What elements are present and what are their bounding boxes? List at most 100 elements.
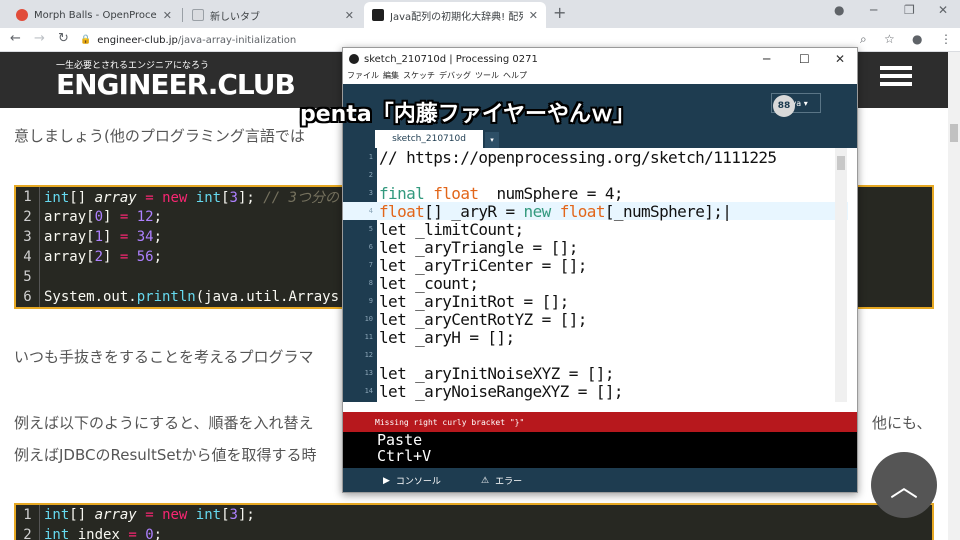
tab-new-tab[interactable]: 新しいタブ ✕ (184, 2, 362, 28)
paragraph-text: 例えば以下のようにすると、順番を入れ替え (14, 414, 314, 432)
menu-help[interactable]: ヘルプ (503, 70, 527, 84)
line-number: 11 (364, 333, 373, 341)
line-number: 2 (16, 525, 40, 540)
editor-line: 7 let _aryTriCenter = []; (343, 256, 848, 275)
console-icon: ▶ (383, 475, 390, 486)
forward-icon[interactable]: → (34, 31, 45, 46)
editor-line-current: 4 float[] _aryR = new float[_numSphere];| (343, 202, 848, 221)
tab-title: Java配列の初期化大辞典! 配列の初 (390, 11, 523, 23)
debugger-button[interactable]: 88 (773, 95, 795, 117)
maximize-icon[interactable]: ☐ (799, 52, 810, 66)
errors-tab-label: エラー (495, 477, 523, 487)
reload-icon[interactable]: ↻ (58, 31, 69, 46)
line-number: 2 (368, 171, 373, 179)
close-tab-icon[interactable]: ✕ (529, 9, 538, 22)
error-status-bar: Missing right curly bracket "}" (343, 412, 857, 432)
console-area[interactable]: Paste Ctrl+V (343, 432, 857, 468)
sketch-tab[interactable]: sketch_210710d (375, 130, 483, 148)
console-footer: ▶ コンソール ⚠ エラー (343, 468, 857, 492)
close-tab-icon[interactable]: ✕ (163, 9, 172, 22)
menu-dots-icon[interactable]: ⋮ (940, 32, 952, 46)
tab-search-icon[interactable]: ● (834, 3, 844, 17)
code-line: 2 int index = 0; (16, 525, 932, 540)
line-number: 5 (368, 225, 373, 233)
editor-line: 13 let _aryInitNoiseXYZ = []; (343, 364, 848, 383)
editor-line: 2 (343, 166, 848, 184)
browser-tab-bar: Morph Balls - OpenProcessing ✕ 新しいタブ ✕ J… (0, 0, 960, 28)
url-path: /java-array-initialization (177, 34, 297, 46)
tab-separator (182, 8, 183, 22)
code-line: 1 int[] array = new int[3]; (16, 505, 932, 525)
editor-line: 6 let _aryTriangle = []; (343, 238, 848, 257)
line-number: 9 (368, 297, 373, 305)
line-number: 4 (16, 247, 40, 267)
line-number: 8 (368, 279, 373, 287)
close-tab-icon[interactable]: ✕ (345, 9, 354, 22)
code-editor[interactable]: 1 // https://openprocessing.org/sketch/11… (343, 148, 857, 402)
editor-scrollbar[interactable] (835, 148, 847, 402)
favicon-icon (192, 9, 204, 21)
processing-tab-row: sketch_210710d ▾ (343, 130, 857, 148)
processing-logo-icon (349, 54, 359, 64)
back-icon[interactable]: ← (10, 31, 21, 46)
url-host: engineer-club.jp (97, 34, 178, 46)
minimize-icon[interactable]: ─ (763, 52, 770, 66)
tab-menu-arrow-icon[interactable]: ▾ (485, 132, 499, 148)
menu-edit[interactable]: 編集 (383, 70, 399, 84)
paragraph-text: 意しましょう(他のプログラミング言語では (14, 127, 305, 145)
tab-morph-balls[interactable]: Morph Balls - OpenProcessing ✕ (8, 2, 180, 28)
hamburger-menu-icon[interactable] (880, 66, 912, 92)
menu-debug[interactable]: デバッグ (439, 70, 471, 84)
close-window-icon[interactable]: ✕ (835, 52, 845, 66)
line-number: 6 (368, 243, 373, 251)
processing-title-bar[interactable]: sketch_210710d | Processing 0271 (343, 48, 857, 70)
paragraph-text: いつも手抜きをすることを考えるプログラマ (14, 348, 314, 366)
close-window-icon[interactable]: ✕ (938, 3, 948, 17)
line-number: 6 (16, 287, 40, 307)
profile-icon[interactable]: ● (912, 32, 922, 46)
paragraph-text: 例えばJDBCのResultSetから値を取得する時 (14, 446, 317, 464)
console-tab[interactable]: ▶ コンソール (383, 474, 441, 488)
editor-scroll-thumb[interactable] (837, 156, 845, 170)
line-number: 1 (16, 187, 40, 207)
editor-line: 10 let _aryCentRotYZ = []; (343, 310, 848, 329)
site-logo[interactable]: ENGINEER.CLUB (56, 68, 296, 101)
tab-java-array[interactable]: Java配列の初期化大辞典! 配列の初 ✕ (364, 2, 546, 28)
line-number: 10 (364, 315, 373, 323)
editor-line: 11 let _aryH = []; (343, 328, 848, 347)
menu-sketch[interactable]: スケッチ (403, 70, 435, 84)
editor-line: 12 (343, 346, 848, 364)
errors-tab[interactable]: ⚠ エラー (481, 474, 523, 488)
restore-icon[interactable]: ❐ (904, 3, 915, 17)
line-number: 5 (16, 267, 40, 287)
console-line: Ctrl+V (377, 447, 432, 465)
error-message: Missing right curly bracket "}" (375, 417, 525, 427)
code-block-2: 1 int[] array = new int[3]; 2 int index = … (14, 503, 934, 540)
tab-title: Morph Balls - OpenProcessing (34, 9, 157, 21)
line-number: 3 (368, 189, 373, 197)
code-comment: // 3つ分の (263, 190, 339, 206)
console-line: Paste (377, 432, 423, 449)
line-number: 1 (16, 505, 40, 525)
editor-line: 14 let _aryNoiseRangeXYZ = []; (343, 382, 848, 401)
bookmark-star-icon[interactable]: ☆ (884, 32, 895, 46)
favicon-icon (372, 9, 384, 21)
menu-tools[interactable]: ツール (475, 70, 499, 84)
menu-file[interactable]: ファイル (347, 70, 379, 84)
zoom-icon[interactable]: ⌕ (860, 32, 867, 47)
processing-menu-bar: ファイル 編集 スケッチ デバッグ ツール ヘルプ (343, 70, 857, 84)
new-tab-button[interactable]: + (553, 3, 566, 22)
minimize-icon[interactable]: ─ (870, 3, 877, 17)
line-number: 4 (368, 207, 373, 215)
editor-line: 3 final float _numSphere = 4; (343, 184, 848, 203)
line-number: 3 (16, 227, 40, 247)
page-scroll-thumb[interactable] (950, 124, 958, 142)
scroll-to-top-button[interactable]: ︿ (871, 452, 937, 518)
processing-title: sketch_210710d | Processing 0271 (364, 53, 538, 65)
lock-icon: 🔒 (80, 35, 92, 45)
tab-title: 新しいタブ (210, 11, 260, 23)
line-number: 12 (364, 351, 373, 359)
line-number: 7 (368, 261, 373, 269)
favicon-icon (16, 9, 28, 21)
console-tab-label: コンソール (395, 477, 441, 487)
